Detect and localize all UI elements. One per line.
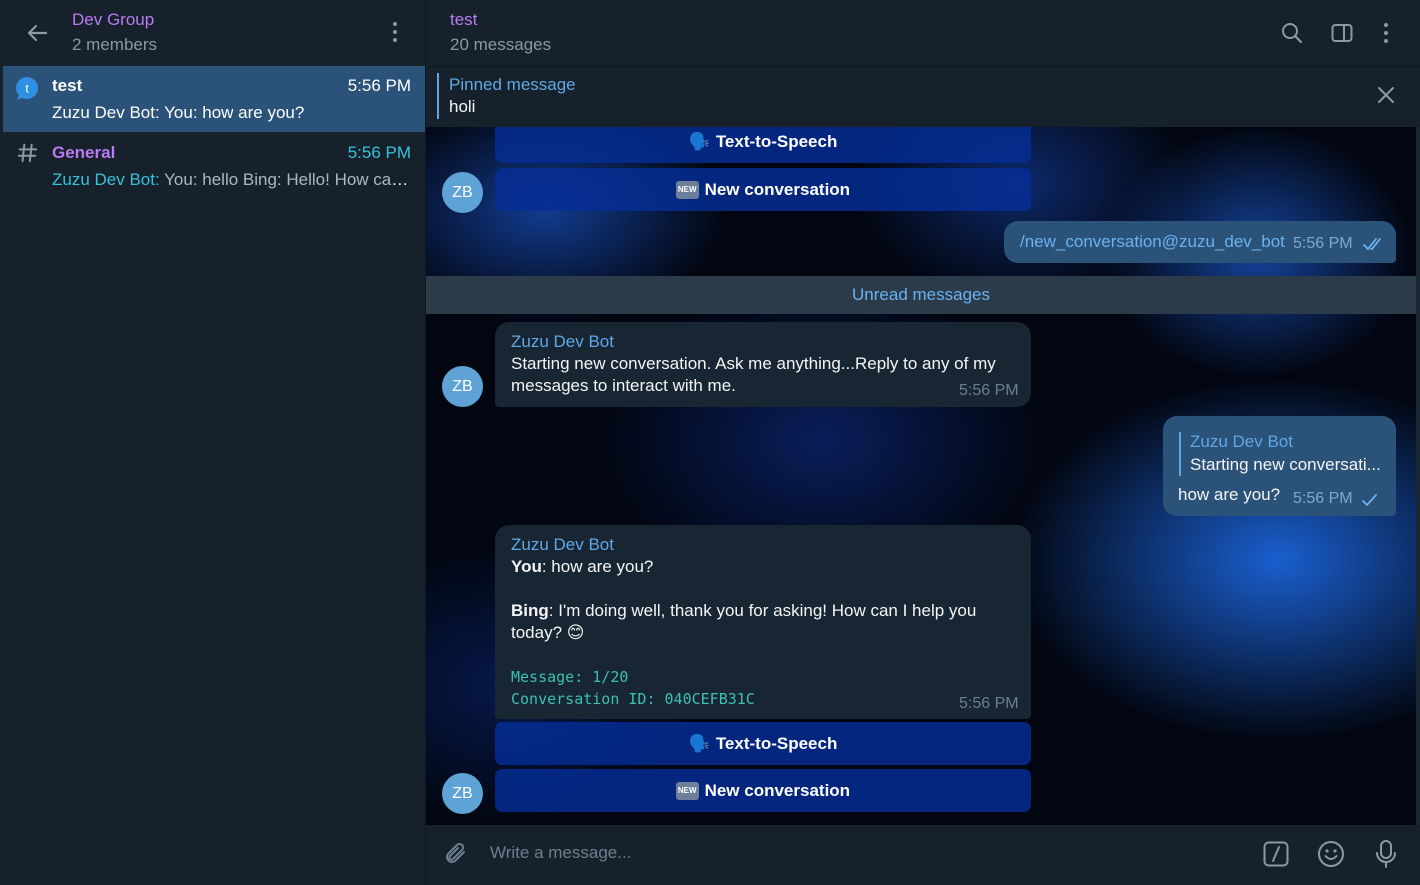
bot-commands-icon[interactable]: [1263, 841, 1289, 867]
speaking-head-icon: 🗣️: [688, 733, 710, 753]
chat-menu-icon[interactable]: [1382, 23, 1390, 45]
outgoing-message[interactable]: /new_conversation@zuzu_dev_bot 5:56 PM: [1004, 221, 1396, 263]
group-title[interactable]: Dev Group: [72, 10, 154, 30]
topic-item-test[interactable]: t test 5:56 PM Zuzu Dev Bot: You: how ar…: [3, 66, 425, 132]
paperclip-icon[interactable]: [442, 840, 470, 868]
chat-header: test 20 messages: [426, 0, 1420, 67]
check-icon: [1362, 494, 1377, 507]
quoted-text[interactable]: Starting new conversati...: [1190, 454, 1381, 476]
new-badge-icon: NEW: [675, 180, 699, 199]
topic-preview: Zuzu Dev Bot: You: hello Bing: Hello! Ho…: [52, 170, 414, 190]
message-line: Bing: I'm doing well, thank you for aski…: [511, 600, 976, 622]
message-counter[interactable]: Message: 1/20: [511, 666, 628, 688]
avatar[interactable]: ZB: [442, 366, 483, 407]
reply-bar: [1179, 432, 1181, 476]
speaking-head-icon: 🗣️: [688, 131, 710, 151]
message-line: messages to interact with me.: [511, 376, 736, 395]
back-arrow-icon[interactable]: [22, 18, 52, 48]
sender-name[interactable]: Zuzu Dev Bot: [511, 332, 614, 352]
message-line: today? 😊: [511, 623, 585, 642]
you-label: You: [511, 557, 542, 576]
avatar[interactable]: ZB: [442, 773, 483, 814]
command-text[interactable]: /new_conversation@zuzu_dev_bot: [1020, 231, 1285, 253]
close-icon[interactable]: [1376, 85, 1396, 105]
sidebar-menu-icon[interactable]: [391, 22, 399, 44]
chat-title[interactable]: test: [450, 10, 477, 30]
message-time: 5:56 PM: [1293, 490, 1353, 507]
message-time: 5:56 PM: [959, 695, 1019, 712]
message-time: 5:56 PM: [1293, 235, 1353, 252]
bing-label: Bing: [511, 601, 549, 620]
composer: Write a message...: [426, 825, 1420, 885]
sidebar: Dev Group 2 members t test 5:56 PM Zuzu …: [0, 0, 426, 885]
new-conversation-label: New conversation: [704, 179, 851, 199]
double-check-icon: [1363, 238, 1381, 251]
preview-text: You: hello Bing: Hello! How can ...: [159, 170, 414, 189]
message-text: how are you?: [1178, 485, 1281, 504]
unread-messages-divider: Unread messages: [426, 276, 1416, 314]
new-conversation-button[interactable]: NEW New conversation: [495, 769, 1031, 812]
pinned-text: holi: [449, 97, 476, 116]
topic-item-general[interactable]: General 5:56 PM Zuzu Dev Bot: You: hello…: [3, 133, 425, 199]
tts-button[interactable]: 🗣️ Text-to-Speech: [495, 127, 1031, 163]
topic-bubble-icon: t: [16, 77, 38, 100]
sidebar-header: Dev Group 2 members: [0, 0, 425, 66]
emoji-icon[interactable]: [1317, 840, 1345, 868]
incoming-message[interactable]: Zuzu Dev Bot Starting new conversation. …: [495, 322, 1031, 407]
pinned-message[interactable]: Pinned message holi: [426, 67, 1420, 127]
quoted-sender[interactable]: Zuzu Dev Bot: [1190, 432, 1293, 452]
sender-name[interactable]: Zuzu Dev Bot: [511, 535, 614, 555]
pinned-label: Pinned message: [449, 75, 576, 94]
topic-time: 5:56 PM: [347, 76, 411, 95]
group-member-count: 2 members: [72, 35, 158, 54]
tts-button[interactable]: 🗣️ Text-to-Speech: [495, 722, 1031, 765]
message-line: Starting new conversation. Ask me anythi…: [511, 354, 996, 373]
tts-label: Text-to-Speech: [715, 733, 838, 753]
topic-name: General: [52, 143, 116, 162]
avatar[interactable]: ZB: [442, 172, 483, 213]
chat-message-count: 20 messages: [450, 35, 552, 54]
bing-text: : I'm doing well, thank you for asking! …: [548, 601, 977, 620]
tts-label: Text-to-Speech: [715, 131, 838, 151]
sidebar-toggle-icon[interactable]: [1330, 21, 1354, 45]
microphone-icon[interactable]: [1374, 839, 1398, 869]
chat-scrollbar[interactable]: [1416, 127, 1420, 825]
chat-message-area[interactable]: 🗣️ Text-to-Speech NEW New conversation ZB …: [426, 127, 1416, 825]
new-conversation-button[interactable]: NEW New conversation: [495, 168, 1031, 211]
new-conversation-label: New conversation: [704, 780, 851, 800]
message-input[interactable]: Write a message...: [490, 843, 1190, 863]
topic-preview: Zuzu Dev Bot: You: how are you?: [52, 103, 305, 122]
topic-time: 5:56 PM: [347, 143, 411, 162]
topic-name: test: [52, 76, 83, 95]
new-badge-icon: NEW: [675, 781, 699, 800]
preview-sender: Zuzu Dev Bot:: [52, 170, 160, 189]
pinned-bar: [437, 73, 439, 119]
incoming-message[interactable]: Zuzu Dev Bot You: how are you? Bing: I'm…: [495, 525, 1031, 719]
you-text: : how are you?: [541, 557, 654, 576]
message-time: 5:56 PM: [959, 382, 1019, 399]
outgoing-reply-message[interactable]: Zuzu Dev Bot Starting new conversati... …: [1163, 416, 1396, 516]
message-line: You: how are you?: [511, 556, 653, 578]
search-icon[interactable]: [1280, 21, 1304, 45]
hash-icon: [17, 143, 38, 163]
conversation-id[interactable]: Conversation ID: 040CEFB31C: [511, 688, 755, 710]
